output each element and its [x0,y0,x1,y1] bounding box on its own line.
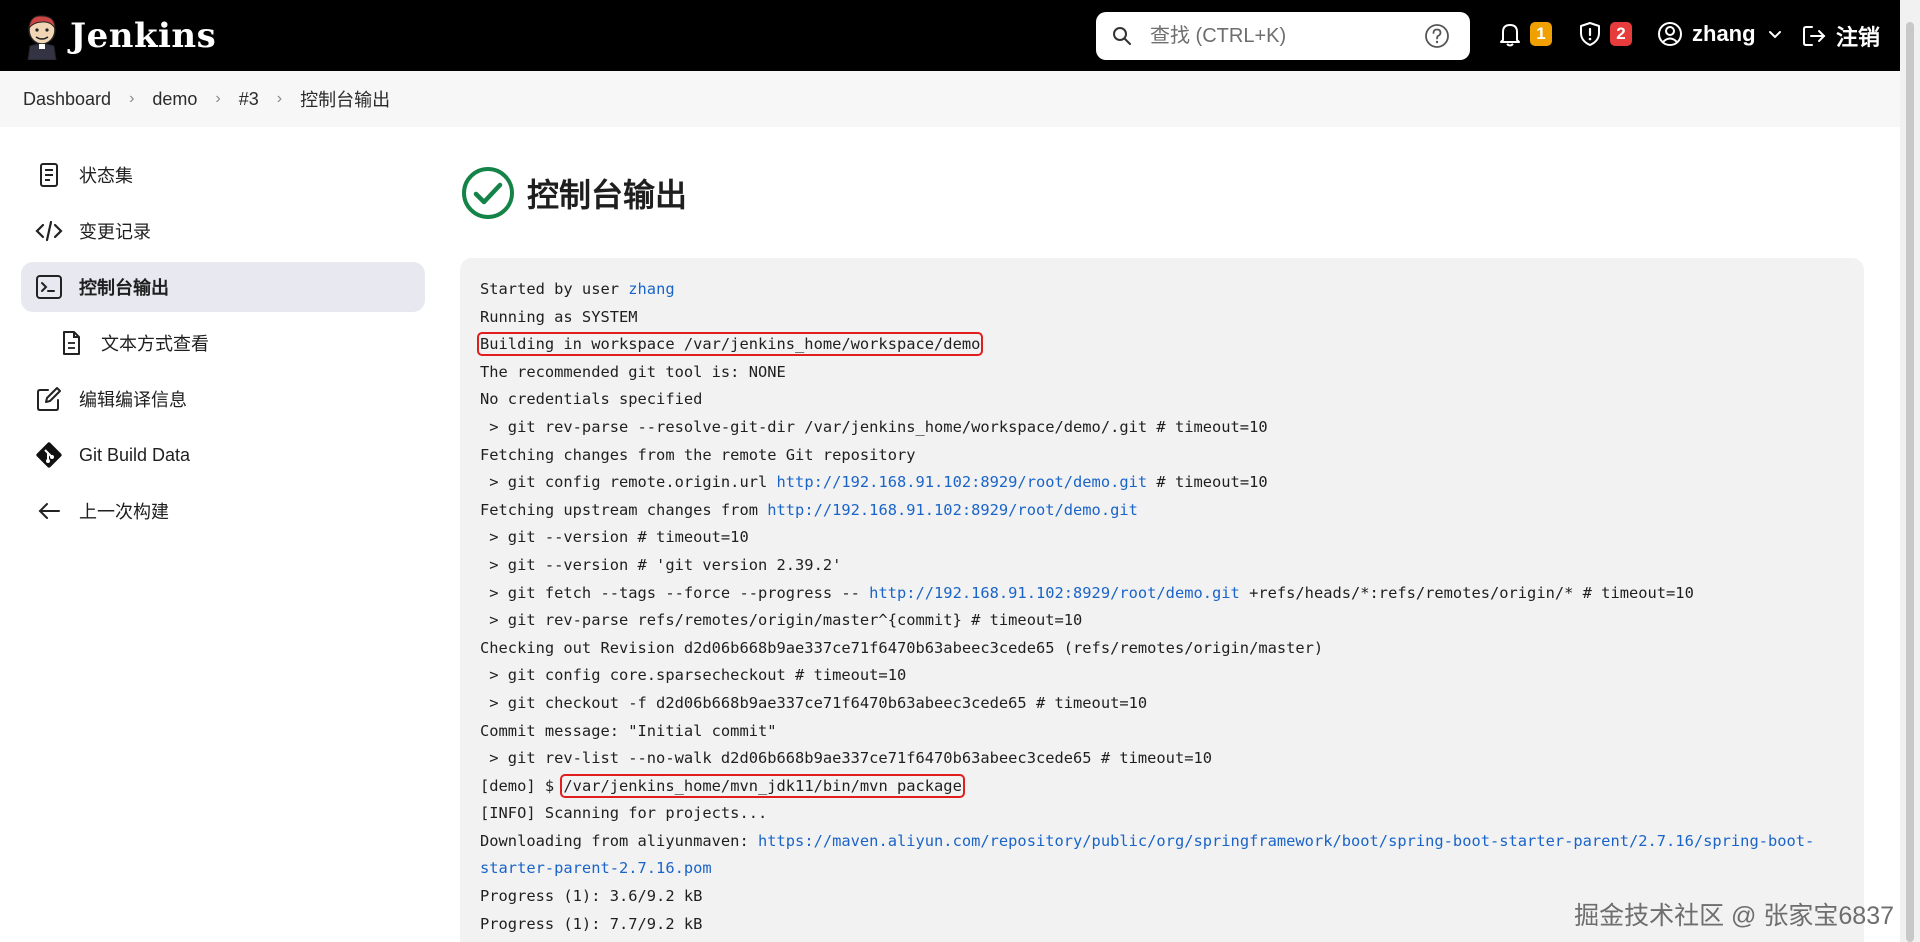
console-line: > git checkout -f d2d06b668b9ae337ce71f6… [480,693,1148,712]
sidebar-item-label: 变更记录 [79,222,151,242]
bell-icon [1500,24,1520,47]
user-avatar-icon [1658,22,1682,46]
console-line: > git fetch --tags --force --progress --… [480,580,1864,608]
sidebar-item-label: 控制台输出 [79,278,169,298]
logout-icon [1803,26,1826,46]
page-scrollbar[interactable] [1900,0,1920,942]
notifications-button[interactable]: 1 [1496,20,1552,48]
sidebar-item-status[interactable]: 状态集 [21,150,425,200]
sidebar-item-changes[interactable]: 变更记录 [21,206,425,256]
document-icon [57,329,85,357]
git-icon [35,441,63,469]
success-check-icon [462,167,514,219]
brand[interactable]: Jenkins [22,12,216,60]
console-text: > git config remote.origin.url [480,473,777,492]
console-line: Fetching upstream changes from http://19… [480,497,1864,525]
console-line: > git config core.sparsecheckout # timeo… [480,666,907,685]
console-line: Checking out Revision d2d06b668b9ae337ce… [480,638,1324,657]
console-line: Downloading from aliyunmaven: https://ma… [480,828,1864,856]
console-line: Commit message: "Initial commit" [480,721,777,740]
chevron-right-icon: › [215,90,221,107]
breadcrumb-demo[interactable]: demo [152,89,197,110]
console-line: Running as SYSTEM [480,307,638,326]
sidebar-item-label: 文本方式查看 [101,334,209,354]
help-icon[interactable] [1424,23,1450,49]
footer-watermark: 掘金技术社区 @ 张家宝6837 [1574,902,1894,930]
search-icon [1113,27,1131,45]
sidebar-item-console[interactable]: 控制台输出 [21,262,425,312]
console-text: Started by user [480,280,629,298]
console-line: > git --version # timeout=10 [480,528,749,547]
console-line: The recommended git tool is: NONE [480,362,786,381]
breadcrumb-console[interactable]: 控制台输出 [300,86,390,112]
edit-icon [35,385,63,413]
top-header: Jenkins 1 2 zh [0,0,1920,71]
console-text: > git fetch --tags --force --progress -- [480,583,870,602]
console-line: [INFO] Scanning for projects... [480,804,768,823]
code-icon [35,217,63,245]
breadcrumb-dashboard[interactable]: Dashboard [23,89,111,110]
sidebar-item-label: 编辑编译信息 [79,390,187,410]
sidebar-item-plain-text[interactable]: 文本方式查看 [21,318,425,368]
console-line: > git rev-parse refs/remotes/origin/mast… [480,611,1083,630]
notepad-icon [35,161,63,189]
breadcrumb-build[interactable]: #3 [239,89,259,110]
console-text: Downloading from aliyunmaven: [480,831,758,850]
jenkins-logo-icon [27,14,57,60]
security-badge: 2 [1610,22,1632,46]
sidebar-item-previous-build[interactable]: 上一次构建 [21,486,425,536]
console-line: No credentials specified [480,390,703,409]
console-line: starter-parent-2.7.16.pom [480,855,1864,883]
highlighted-workspace-line: Building in workspace /var/jenkins_home/… [476,332,984,357]
chevron-right-icon: › [276,90,283,107]
sidebar-item-label: 上一次构建 [79,502,169,522]
console-line: > git config remote.origin.url http://19… [480,469,1864,497]
console-line: Fetching changes from the remote Git rep… [480,445,916,464]
console-output: Started by user zhang Running as SYSTEM … [460,258,1864,942]
console-text: # timeout=10 [1147,473,1268,492]
sidebar-item-label: Git Build Data [79,444,191,465]
console-line: > git rev-parse --resolve-git-dir /var/j… [480,417,1268,436]
console-line: Building in workspace /var/jenkins_home/… [476,331,1864,359]
highlighted-mvn-command: /var/jenkins_home/mvn_jdk11/bin/mvn pack… [560,773,965,798]
console-text: [demo] $ [480,776,564,795]
console-text: Fetching upstream changes from [480,500,768,519]
sidebar: 状态集 变更记录 控制台输出 文本方式查看 编辑编译信息 Git Build D… [21,150,425,542]
logout-button[interactable]: 注销 [1800,20,1880,52]
user-menu[interactable]: zhang [1656,20,1784,48]
search-input[interactable] [1150,24,1420,48]
repo-link[interactable]: http://192.168.91.102:8929/root/demo.git [767,501,1138,519]
security-button[interactable]: 2 [1576,20,1632,48]
arrow-left-icon [35,497,63,525]
console-line: > git rev-list --no-walk d2d06b668b9ae33… [480,749,1213,768]
sidebar-item-git-build-data[interactable]: Git Build Data [21,430,425,480]
repo-link[interactable]: http://192.168.91.102:8929/root/demo.git [777,473,1148,491]
console-line: Started by user zhang [480,276,1864,304]
notifications-badge: 1 [1530,22,1552,46]
breadcrumb: Dashboard › demo › #3 › 控制台输出 [0,71,1900,127]
page-header: 控制台输出 [461,166,687,220]
user-name: zhang [1692,21,1756,46]
scrollbar-thumb[interactable] [1906,22,1914,942]
console-line: > git --version # 'git version 2.39.2' [480,555,842,574]
chevron-right-icon: › [129,90,135,107]
brand-name: Jenkins [70,15,217,56]
sidebar-item-edit-build-info[interactable]: 编辑编译信息 [21,374,425,424]
maven-link[interactable]: starter-parent-2.7.16.pom [480,859,712,877]
repo-link[interactable]: http://192.168.91.102:8929/root/demo.git [869,584,1240,602]
search-box[interactable] [1096,12,1470,60]
chevron-down-icon [1768,31,1781,39]
terminal-icon [35,273,63,301]
logout-label: 注销 [1836,25,1881,50]
console-line: [demo] $ /var/jenkins_home/mvn_jdk11/bin… [480,773,1864,801]
console-text: +refs/heads/*:refs/remotes/origin/* # ti… [1239,583,1694,602]
maven-link[interactable]: https://maven.aliyun.com/repository/publ… [758,832,1814,850]
sidebar-item-label: 状态集 [79,166,133,186]
shield-icon [1580,22,1600,46]
page-title: 控制台输出 [527,177,688,213]
user-link[interactable]: zhang [628,280,674,298]
